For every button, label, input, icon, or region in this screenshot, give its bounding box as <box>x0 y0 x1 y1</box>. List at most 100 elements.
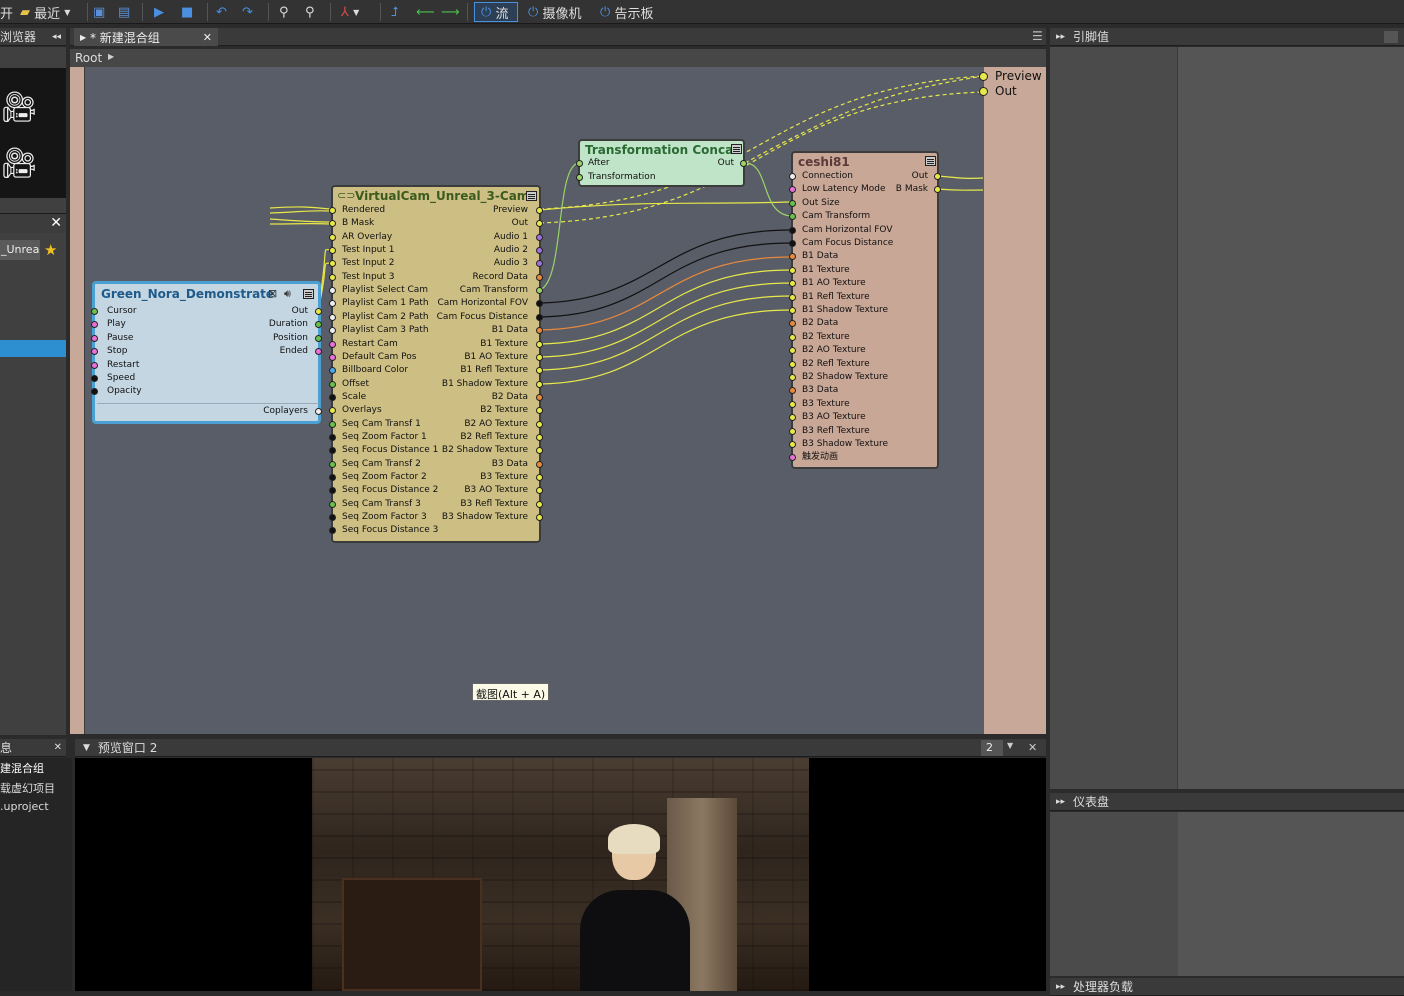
port-in[interactable] <box>789 293 796 301</box>
port-in[interactable] <box>789 360 796 368</box>
port-out[interactable] <box>536 247 543 255</box>
port-out[interactable] <box>536 380 543 388</box>
port-in[interactable] <box>789 173 796 180</box>
port-in[interactable] <box>329 327 336 335</box>
port-in[interactable] <box>789 253 796 261</box>
port-out[interactable] <box>536 433 543 441</box>
port-out[interactable] <box>536 393 543 401</box>
port-out[interactable] <box>536 420 543 428</box>
node-ceshi81[interactable]: ceshi81 Connection Low Latency Mode Out Si… <box>789 151 941 469</box>
port-in[interactable] <box>329 207 336 214</box>
port-in[interactable] <box>329 353 336 361</box>
port-out[interactable] <box>536 207 543 214</box>
port-in[interactable] <box>329 487 336 495</box>
output-port[interactable] <box>979 87 988 96</box>
port-in[interactable] <box>576 160 583 167</box>
port-in[interactable] <box>329 247 336 255</box>
port-in[interactable] <box>91 308 98 315</box>
port-out[interactable] <box>934 173 941 180</box>
port-in[interactable] <box>329 220 336 228</box>
port-in[interactable] <box>91 348 98 356</box>
port-out[interactable] <box>536 514 543 522</box>
node-menu-icon[interactable] <box>731 144 742 154</box>
port-out[interactable] <box>315 308 322 315</box>
node-transformation-concat[interactable]: Transformation Concat After Transformatio… <box>576 139 747 187</box>
port-in[interactable] <box>789 199 796 207</box>
close-icon[interactable]: ✕ <box>1028 741 1037 754</box>
port-in[interactable] <box>329 407 336 415</box>
node-virtualcam[interactable]: ⊂⊃ VirtualCam_Unreal_3-Cam Rendered B Mas… <box>329 185 543 543</box>
port-in[interactable] <box>789 186 796 194</box>
port-in[interactable] <box>91 388 98 396</box>
port-out[interactable] <box>315 408 322 415</box>
port-in[interactable] <box>91 321 98 329</box>
port-in[interactable] <box>789 213 796 221</box>
port-in[interactable] <box>789 347 796 355</box>
port-in[interactable] <box>329 447 336 455</box>
port-in[interactable] <box>329 527 336 535</box>
port-out[interactable] <box>315 348 322 356</box>
preview-number[interactable]: 2 <box>981 740 1003 756</box>
port-in[interactable] <box>329 393 336 401</box>
preview-viewport[interactable] <box>75 758 1046 991</box>
port-in[interactable] <box>329 340 336 348</box>
port-in[interactable] <box>91 334 98 342</box>
collapse-right-icon[interactable]: ▸▸ <box>1056 982 1065 992</box>
port-in[interactable] <box>789 387 796 395</box>
port-in[interactable] <box>789 441 796 448</box>
port-in[interactable] <box>789 280 796 288</box>
port-in[interactable] <box>329 300 336 308</box>
node-menu-icon[interactable] <box>925 156 936 166</box>
port-out[interactable] <box>536 474 543 481</box>
port-in[interactable] <box>329 233 336 241</box>
node-menu-icon[interactable] <box>526 191 537 201</box>
port-in[interactable] <box>576 174 583 181</box>
refs-scroll-button[interactable] <box>1384 31 1398 43</box>
port-in[interactable] <box>91 361 98 369</box>
port-out[interactable] <box>536 313 543 321</box>
port-out[interactable] <box>536 353 543 361</box>
port-in[interactable] <box>789 240 796 247</box>
port-in[interactable] <box>789 226 796 234</box>
node-green-nora[interactable]: Green_Nora_Demonstrate ⊠ 🔊︎ Cursor Play Pa… <box>91 281 322 424</box>
port-in[interactable] <box>329 474 336 481</box>
port-in[interactable] <box>329 367 336 375</box>
port-in[interactable] <box>329 260 336 268</box>
port-in[interactable] <box>329 287 336 295</box>
port-out[interactable] <box>536 273 543 281</box>
port-in[interactable] <box>789 307 796 314</box>
port-in[interactable] <box>329 433 336 441</box>
close-box-icon[interactable]: ⊠ <box>268 287 277 300</box>
port-in[interactable] <box>789 374 796 381</box>
port-out[interactable] <box>536 233 543 241</box>
port-out[interactable] <box>536 460 543 468</box>
collapse-right-icon[interactable]: ▸▸ <box>1056 797 1065 807</box>
port-out[interactable] <box>315 334 322 342</box>
chevron-down-icon[interactable]: ▼ <box>1007 741 1013 750</box>
port-in[interactable] <box>789 427 796 435</box>
port-in[interactable] <box>329 380 336 388</box>
port-out[interactable] <box>315 321 322 329</box>
collapse-right-icon[interactable]: ▸▸ <box>1056 32 1065 42</box>
port-in[interactable] <box>329 313 336 321</box>
output-port[interactable] <box>979 72 988 81</box>
speaker-icon[interactable]: 🔊︎ <box>284 287 291 301</box>
port-in[interactable] <box>329 460 336 468</box>
port-in[interactable] <box>329 273 336 281</box>
port-in[interactable] <box>789 333 796 341</box>
port-out[interactable] <box>536 340 543 348</box>
port-out[interactable] <box>536 500 543 508</box>
port-in[interactable] <box>329 514 336 522</box>
port-in[interactable] <box>91 375 98 382</box>
port-in[interactable] <box>329 500 336 508</box>
port-in[interactable] <box>789 414 796 422</box>
port-in[interactable] <box>789 400 796 408</box>
port-out[interactable] <box>740 160 747 167</box>
node-menu-icon[interactable] <box>303 289 314 299</box>
port-in[interactable] <box>789 320 796 328</box>
port-in[interactable] <box>789 454 796 462</box>
chevron-down-icon[interactable]: ▼ <box>83 743 90 753</box>
port-in[interactable] <box>329 420 336 428</box>
pin-label: B3 Texture <box>802 398 850 409</box>
port-in[interactable] <box>789 266 796 274</box>
